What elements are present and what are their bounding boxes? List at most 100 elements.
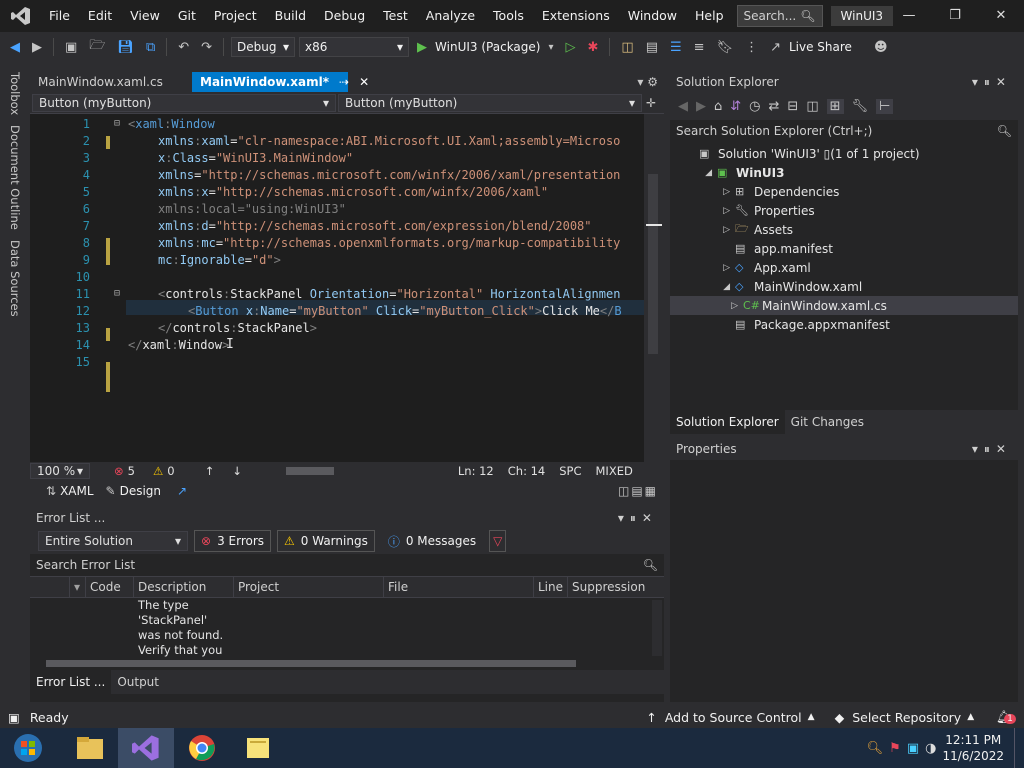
- repository-icon[interactable]: ◆: [835, 710, 845, 725]
- solution-name-badge[interactable]: WinUI3: [830, 6, 894, 26]
- tray-flag-icon[interactable]: ⚑: [889, 741, 901, 756]
- scrollbar-thumb[interactable]: [46, 660, 576, 667]
- error-search-bar[interactable]: Search Error List 🔍︎: [30, 554, 664, 576]
- tray-display-icon[interactable]: ▣: [907, 741, 919, 756]
- start-without-debugging-icon[interactable]: ▷: [562, 40, 580, 55]
- expand-arrow-icon[interactable]: ▷: [680, 225, 730, 235]
- tab-xaml[interactable]: XAML: [60, 484, 93, 498]
- column-header-suppression[interactable]: Suppression S: [568, 576, 646, 598]
- document-outline-tab[interactable]: Document Outline: [8, 125, 22, 230]
- tab-git-changes[interactable]: Git Changes: [791, 415, 864, 429]
- menu-item-build[interactable]: Build: [266, 0, 315, 32]
- expand-arrow-icon[interactable]: ▷: [680, 206, 730, 216]
- pane-layout-icons[interactable]: ◫▤▦: [618, 484, 658, 498]
- tab-error-list[interactable]: Error List ...: [30, 670, 112, 694]
- editor-vertical-scrollbar[interactable]: [644, 114, 664, 462]
- data-sources-tab[interactable]: Data Sources: [8, 240, 22, 317]
- properties-icon[interactable]: 🔧︎: [852, 99, 869, 114]
- whitespace-indicator[interactable]: SPC: [559, 464, 581, 478]
- close-button[interactable]: ✕: [978, 0, 1024, 32]
- menu-item-analyze[interactable]: Analyze: [417, 0, 484, 32]
- minimize-button[interactable]: —: [886, 0, 932, 32]
- tree-node[interactable]: ◢ ▣ WinUI3: [680, 163, 784, 182]
- expand-arrow-icon[interactable]: ◢: [680, 282, 730, 292]
- code-line[interactable]: <controls:StackPanel Orientation="Horizo…: [158, 287, 620, 301]
- chevron-down-icon[interactable]: ▾: [544, 42, 557, 53]
- preview-icon[interactable]: ⊞: [826, 98, 844, 114]
- back-icon[interactable]: ◀︎: [6, 40, 24, 55]
- column-header-project[interactable]: Project: [234, 576, 384, 598]
- error-description-cell[interactable]: The type 'StackPanel' was not found. Ver…: [138, 598, 232, 658]
- sticky-notes-taskbar-icon[interactable]: [230, 728, 286, 768]
- status-output-icon[interactable]: ▣: [8, 710, 20, 725]
- column-header-description[interactable]: Description: [134, 576, 234, 598]
- menu-item-git[interactable]: Git: [169, 0, 205, 32]
- sort-icon[interactable]: ▾: [70, 576, 86, 598]
- tree-node[interactable]: ▷ ◇ App.xaml: [680, 258, 811, 277]
- menu-item-help[interactable]: Help: [686, 0, 733, 32]
- swap-icon[interactable]: ⇅: [46, 484, 56, 498]
- warnings-filter-button[interactable]: ⚠︎ 0 Warnings: [277, 530, 375, 552]
- start-button[interactable]: [0, 728, 56, 768]
- menu-item-tools[interactable]: Tools: [484, 0, 533, 32]
- member-nav-dropdown[interactable]: Button (myButton) ▾: [338, 93, 642, 112]
- code-line[interactable]: xmlns:mc="http://schemas.openxmlformats.…: [158, 236, 620, 250]
- element-nav-dropdown[interactable]: Button (myButton) ▾: [32, 93, 336, 112]
- expand-arrow-icon[interactable]: ▷: [680, 187, 730, 197]
- menu-item-edit[interactable]: Edit: [79, 0, 121, 32]
- forward-icon[interactable]: ▶︎: [696, 99, 706, 114]
- tray-search-icon[interactable]: 🔍︎: [867, 741, 884, 756]
- code-line[interactable]: <xaml:Window: [128, 117, 215, 131]
- show-desktop-button[interactable]: [1014, 728, 1024, 768]
- live-share-icon[interactable]: ↗: [766, 40, 785, 55]
- column-header-line[interactable]: Line: [534, 576, 568, 598]
- scrollbar-thumb[interactable]: [648, 174, 658, 354]
- expand-arrow-icon[interactable]: ▷: [670, 301, 738, 311]
- run-target-label[interactable]: WinUI3 (Package): [435, 40, 540, 54]
- tab-mainwindow-xaml[interactable]: MainWindow.xaml* ⇢ ✕: [192, 72, 369, 92]
- menu-item-project[interactable]: Project: [205, 0, 266, 32]
- align-icon[interactable]: ☰: [666, 40, 686, 55]
- code-line[interactable]: mc:Ignorable="d">: [158, 253, 281, 267]
- code-line[interactable]: </xaml:Window>: [128, 338, 229, 352]
- bookmark-icon[interactable]: 🔖︎: [713, 40, 738, 55]
- popout-icon[interactable]: ↗: [177, 484, 187, 498]
- save-all-icon[interactable]: ⧉: [142, 40, 159, 55]
- configuration-dropdown[interactable]: Debug ▾: [231, 37, 296, 57]
- tree-node[interactable]: ▣ Solution 'WinUI3' ▯(1 of 1 project): [680, 144, 920, 163]
- select-repository[interactable]: Select Repository: [852, 710, 961, 725]
- history-icon[interactable]: ◷: [749, 99, 760, 114]
- scope-dropdown[interactable]: Entire Solution ▾: [38, 531, 188, 551]
- scrollbar-thumb[interactable]: [285, 467, 334, 475]
- tree-node[interactable]: ▤ app.manifest: [680, 239, 833, 258]
- tray-volume-icon[interactable]: ◑: [925, 741, 936, 756]
- chevron-up-icon[interactable]: ▲: [808, 712, 815, 722]
- code-line[interactable]: <Button x:Name="myButton" Click="myButto…: [188, 304, 622, 318]
- source-control-arrow-icon[interactable]: ↑: [646, 710, 656, 725]
- notifications-bell-icon[interactable]: 🔔︎ 1: [996, 709, 1016, 725]
- sync-icon[interactable]: ⇄: [769, 99, 780, 114]
- expand-arrow-icon[interactable]: ▷: [680, 263, 730, 273]
- warning-icon[interactable]: ⚠︎: [153, 464, 163, 478]
- comment-icon[interactable]: ≡: [690, 40, 709, 55]
- open-folder-icon[interactable]: 🗁︎: [85, 36, 109, 58]
- forward-icon[interactable]: ▶︎: [28, 40, 46, 55]
- error-list-horizontal-scrollbar[interactable]: [30, 658, 664, 670]
- platform-dropdown[interactable]: x86 ▾: [299, 37, 410, 57]
- menu-item-test[interactable]: Test: [374, 0, 417, 32]
- chrome-taskbar-icon[interactable]: [174, 728, 230, 768]
- close-icon[interactable]: ✕: [359, 75, 369, 89]
- next-issue-icon[interactable]: ↓: [232, 464, 242, 478]
- pin-icon[interactable]: ⊢: [876, 98, 894, 114]
- panel-controls-icon[interactable]: ▾⏸✕: [972, 442, 1012, 457]
- clock[interactable]: 12:11 PM 11/6/2022: [942, 732, 1004, 764]
- solution-search-box[interactable]: Search Solution Explorer (Ctrl+;) 🔍︎: [670, 120, 1018, 142]
- undo-icon[interactable]: ↶: [174, 40, 193, 55]
- overflow-icon[interactable]: ⋮: [741, 40, 762, 55]
- collapse-icon[interactable]: ⊟: [114, 118, 120, 129]
- menu-item-debug[interactable]: Debug: [315, 0, 374, 32]
- chevron-up-icon[interactable]: ▲: [967, 712, 974, 722]
- panel-controls-icon[interactable]: ▾⏸✕: [972, 75, 1012, 90]
- tab-design[interactable]: Design: [120, 484, 161, 498]
- tab-output[interactable]: Output: [117, 675, 159, 689]
